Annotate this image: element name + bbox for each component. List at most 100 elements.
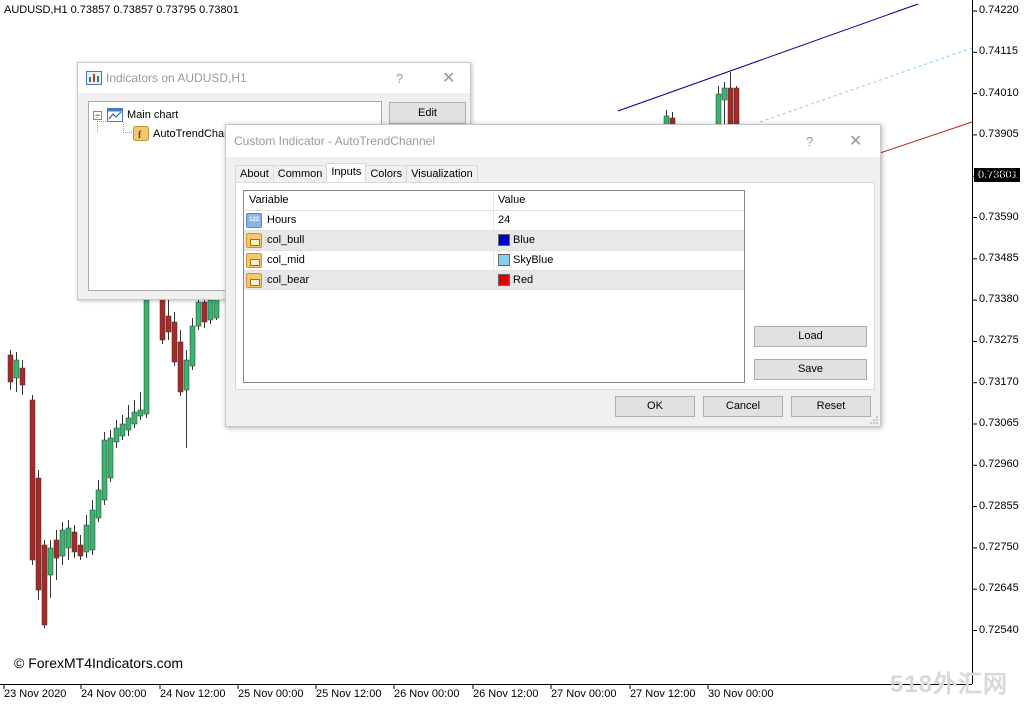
reset-button[interactable]: Reset	[791, 396, 871, 417]
custom-dialog-titlebar[interactable]: Custom Indicator - AutoTrendChannel	[226, 125, 880, 157]
candle-body	[159, 299, 166, 341]
price-tick-label: 0.73275	[979, 334, 1019, 347]
tab-inputs[interactable]: Inputs	[326, 163, 367, 183]
price-tick-label: 0.73485	[979, 251, 1019, 264]
header-variable[interactable]: Variable	[249, 194, 289, 206]
grid-header: Variable Value	[244, 191, 744, 210]
tree-item-autotrendchannel[interactable]: f AutoTrendChar	[133, 126, 228, 141]
tab-common[interactable]: Common	[272, 165, 328, 183]
row-value[interactable]: Red	[498, 274, 533, 286]
resize-grip-icon[interactable]	[870, 416, 878, 424]
time-tick-label: 27 Nov 12:00	[630, 688, 696, 700]
tab-about[interactable]: About	[235, 165, 274, 183]
edit-button[interactable]: Edit	[389, 102, 466, 124]
price-tick-label: 0.73065	[979, 417, 1019, 429]
table-row[interactable]: col_bear Red	[244, 270, 744, 291]
candle-body	[29, 399, 36, 561]
price-tick-label: 0.73380	[979, 293, 1019, 306]
candle-body	[125, 417, 132, 431]
candle-body	[131, 411, 138, 425]
candle-body	[19, 367, 26, 386]
candle-body	[89, 509, 96, 551]
row-variable: col_bull	[267, 234, 305, 246]
price-tick-label: 0.74115	[979, 45, 1018, 58]
value-text: SkyBlue	[513, 254, 554, 266]
candle-body	[189, 325, 196, 367]
candle-body	[65, 527, 72, 549]
candle-body	[83, 524, 90, 553]
tab-colors[interactable]: Colors	[365, 165, 408, 183]
candle-body	[727, 87, 734, 127]
channel-mid-line	[759, 47, 973, 123]
close-icon[interactable]: ✕	[849, 131, 862, 151]
ok-button[interactable]: OK	[615, 396, 695, 417]
value-text: Blue	[513, 234, 536, 246]
watermark: © ForexMT4Indicators.com	[14, 655, 184, 671]
row-variable: Hours	[267, 214, 297, 226]
tree-lines	[97, 117, 132, 133]
time-tick-label: 25 Nov 00:00	[238, 688, 304, 700]
price-tick-label: 0.72645	[979, 582, 1019, 595]
table-row[interactable]: col_bull Blue	[244, 230, 744, 251]
table-row[interactable]: 123 Hours 24	[244, 210, 744, 231]
candle-body	[207, 299, 214, 321]
color-param-icon	[246, 233, 262, 248]
value-text: 24	[498, 214, 511, 226]
color-param-icon	[246, 273, 262, 288]
indicators-dialog-titlebar[interactable]: Indicators on AUDUSD,H1	[78, 63, 470, 93]
candle-body	[733, 87, 740, 127]
candle-body	[177, 341, 184, 393]
candle-body	[183, 359, 190, 391]
candle-body	[13, 359, 20, 379]
candle-body	[137, 409, 144, 417]
save-button[interactable]: Save	[754, 359, 867, 380]
indicators-app-icon	[86, 71, 102, 85]
corner-watermark: 518外汇网	[890, 671, 1009, 698]
cancel-button[interactable]: Cancel	[703, 396, 783, 417]
price-tick-label: 0.73170	[979, 375, 1019, 388]
custom-dialog-title: Custom Indicator - AutoTrendChannel	[234, 134, 435, 148]
candle-body	[721, 87, 728, 101]
channel-bull-line	[617, 3, 919, 112]
time-tick-label: 24 Nov 12:00	[160, 688, 226, 700]
row-value[interactable]: SkyBlue	[498, 254, 553, 266]
candle-body	[71, 531, 78, 553]
price-tick-label: 0.73695	[979, 169, 1019, 182]
candle-body	[715, 93, 722, 127]
price-tick-label: 0.73590	[979, 210, 1019, 223]
candle-body	[41, 544, 48, 626]
tab-visualization[interactable]: Visualization	[406, 165, 478, 183]
close-icon[interactable]: ✕	[442, 68, 455, 88]
candle-body	[195, 301, 202, 327]
candle-body	[171, 321, 178, 363]
symbol-info: AUDUSD,H1 0.73857 0.73857 0.73795 0.7380…	[4, 4, 239, 16]
row-value[interactable]: 24	[498, 214, 510, 226]
row-value[interactable]: Blue	[498, 234, 535, 246]
color-swatch	[498, 254, 510, 266]
candle-body	[77, 544, 84, 557]
integer-icon: 123	[246, 213, 262, 228]
color-swatch	[498, 274, 510, 286]
color-swatch	[498, 234, 510, 246]
candle-body	[95, 489, 102, 519]
load-button[interactable]: Load	[754, 326, 867, 347]
time-tick-label: 25 Nov 12:00	[316, 688, 382, 700]
candle-body	[143, 299, 150, 415]
candle-body	[107, 437, 114, 479]
candle-body	[201, 301, 208, 323]
price-tick-label: 0.72960	[979, 458, 1019, 471]
price-tick-label: 0.72855	[979, 499, 1019, 512]
candle-body	[35, 477, 42, 591]
help-icon[interactable]: ?	[396, 71, 403, 86]
time-tick-label: 23 Nov 2020	[4, 688, 67, 700]
custom-indicator-dialog: Custom Indicator - AutoTrendChannel ? ✕ …	[225, 124, 881, 427]
header-value[interactable]: Value	[498, 194, 525, 206]
table-row[interactable]: col_mid SkyBlue	[244, 250, 744, 271]
candle-body	[119, 423, 126, 437]
help-icon[interactable]: ?	[806, 134, 813, 149]
price-tick-label: 0.72750	[979, 540, 1019, 553]
inputs-grid[interactable]: Variable Value 123 Hours 24 col_bull Blu…	[243, 190, 745, 383]
tab-bar: About Common Inputs Colors Visualization	[235, 163, 478, 183]
time-tick-label: 24 Nov 00:00	[81, 688, 147, 700]
candle-body	[165, 315, 172, 333]
